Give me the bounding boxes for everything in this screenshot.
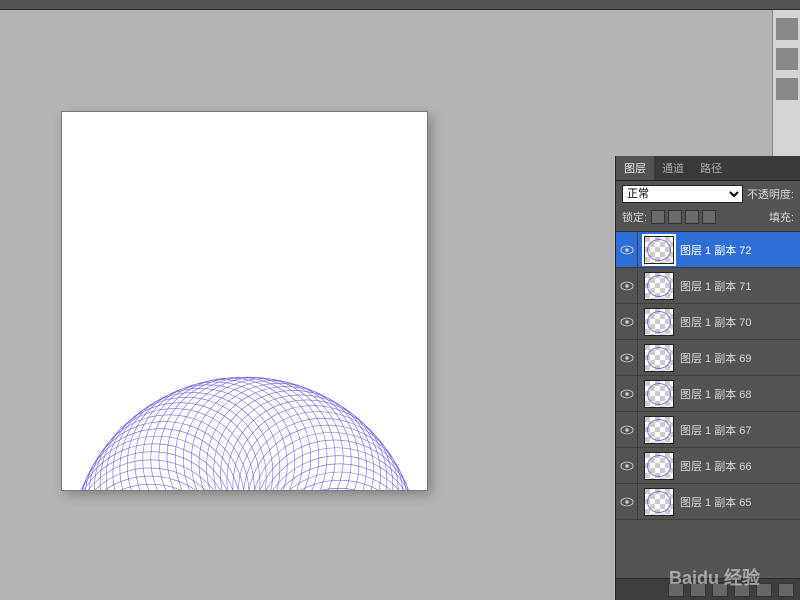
layer-thumbnail[interactable]: [644, 452, 674, 480]
layer-thumbnail[interactable]: [644, 380, 674, 408]
lock-row: 锁定: 填充:: [616, 207, 800, 232]
layer-thumbnail[interactable]: [644, 488, 674, 516]
lock-position-icon[interactable]: [685, 210, 699, 224]
visibility-toggle[interactable]: [616, 484, 638, 519]
lock-transparency-icon[interactable]: [651, 210, 665, 224]
layer-mask-button[interactable]: [712, 583, 728, 597]
layer-thumbnail[interactable]: [644, 272, 674, 300]
visibility-toggle[interactable]: [616, 376, 638, 411]
tool-icon[interactable]: [776, 18, 798, 40]
blend-mode-row: 正常 不透明度:: [616, 181, 800, 207]
layer-row[interactable]: 图层 1 副本 68: [616, 376, 800, 412]
layer-name[interactable]: 图层 1 副本 71: [680, 278, 752, 294]
tab-layers[interactable]: 图层: [616, 156, 654, 180]
layer-thumbnail[interactable]: [644, 344, 674, 372]
layer-thumbnail[interactable]: [644, 416, 674, 444]
tool-icon[interactable]: [776, 48, 798, 70]
layers-panel: 图层 通道 路径 正常 不透明度: 锁定: 填充: 图层 1 副本 72图层 1…: [615, 156, 800, 600]
layer-row[interactable]: 图层 1 副本 69: [616, 340, 800, 376]
fill-label: 填充:: [769, 209, 794, 225]
tab-paths[interactable]: 路径: [692, 156, 730, 180]
visibility-toggle[interactable]: [616, 412, 638, 447]
panel-tabs: 图层 通道 路径: [616, 156, 800, 181]
visibility-toggle[interactable]: [616, 448, 638, 483]
layer-row[interactable]: 图层 1 副本 65: [616, 484, 800, 520]
layer-name[interactable]: 图层 1 副本 66: [680, 458, 752, 474]
layer-name[interactable]: 图层 1 副本 68: [680, 386, 752, 402]
layer-style-button[interactable]: [690, 583, 706, 597]
app-menubar: [0, 0, 800, 10]
layer-name[interactable]: 图层 1 副本 72: [680, 242, 752, 258]
layer-row[interactable]: 图层 1 副本 71: [616, 268, 800, 304]
layer-row[interactable]: 图层 1 副本 70: [616, 304, 800, 340]
visibility-toggle[interactable]: [616, 340, 638, 375]
visibility-toggle[interactable]: [616, 268, 638, 303]
layer-row[interactable]: 图层 1 副本 66: [616, 448, 800, 484]
new-group-button[interactable]: [734, 583, 750, 597]
new-layer-button[interactable]: [756, 583, 772, 597]
visibility-toggle[interactable]: [616, 232, 638, 267]
lock-all-icon[interactable]: [702, 210, 716, 224]
lock-pixels-icon[interactable]: [668, 210, 682, 224]
tool-icon[interactable]: [776, 78, 798, 100]
layer-thumbnail[interactable]: [644, 308, 674, 336]
layer-name[interactable]: 图层 1 副本 65: [680, 494, 752, 510]
layer-name[interactable]: 图层 1 副本 69: [680, 350, 752, 366]
tab-channels[interactable]: 通道: [654, 156, 692, 180]
layer-row[interactable]: 图层 1 副本 72: [616, 232, 800, 268]
spirograph-artwork: [65, 372, 425, 490]
right-toolstrip: [772, 10, 800, 170]
lock-label: 锁定:: [622, 209, 647, 225]
blend-mode-select[interactable]: 正常: [622, 185, 743, 203]
layer-thumbnail[interactable]: [644, 236, 674, 264]
layer-list[interactable]: 图层 1 副本 72 图层 1 副本 71 图层 1 副本 70 图层 1 副本 69…: [616, 232, 800, 578]
document-canvas[interactable]: [62, 112, 427, 490]
layer-name[interactable]: 图层 1 副本 67: [680, 422, 752, 438]
delete-layer-button[interactable]: [778, 583, 794, 597]
link-layers-button[interactable]: [668, 583, 684, 597]
layer-row[interactable]: 图层 1 副本 67: [616, 412, 800, 448]
layer-name[interactable]: 图层 1 副本 70: [680, 314, 752, 330]
panel-footer: [616, 578, 800, 600]
opacity-label: 不透明度:: [747, 186, 794, 202]
visibility-toggle[interactable]: [616, 304, 638, 339]
